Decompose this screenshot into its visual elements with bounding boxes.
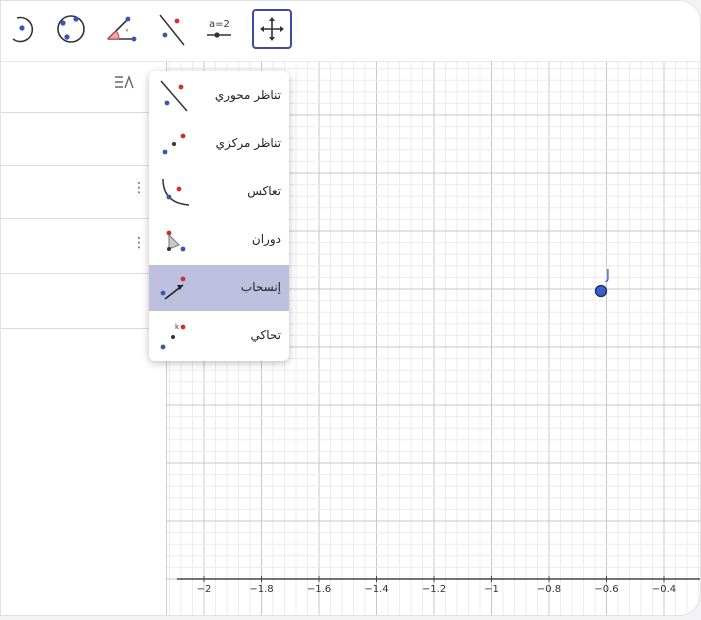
angle-icon: ° [106,16,137,42]
transform-tools-menu: تناظر محوري تناظر مركزي تعاكس دوران إنسح… [149,71,289,361]
reflect-line-tool[interactable] [151,9,191,49]
more-options-icon[interactable]: ⋮ [132,181,146,195]
x-tick-label: −1.2 [421,584,447,595]
algebra-row-3[interactable]: ⋮ [1,165,166,219]
menu-item-label: تناظر مركزي [215,136,281,150]
more-options-icon[interactable]: ⋮ [132,236,146,250]
move-graphics-tool[interactable] [252,9,292,49]
menu-item-translate-by-vector[interactable]: إنسحاب [149,265,289,311]
x-tick-label: −1 [484,584,499,595]
algebra-row-1[interactable] [1,62,166,113]
svg-text:°: ° [125,28,129,37]
x-tick-label: −1.4 [364,584,389,595]
x-tick-label: −1.8 [249,584,274,595]
slider-icon: a=2 [207,19,231,38]
point-j[interactable] [593,283,609,299]
menu-item-rotate-around-point[interactable]: دوران [149,217,289,263]
menu-item-label: إنسحاب [240,280,281,294]
menu-item-reflect-about-circle[interactable]: تعاكس [149,169,289,215]
point-j-label: J [606,268,610,283]
toolbar: ° a=2 [1,1,700,62]
x-tick-label: −0.8 [536,584,562,595]
translate-by-vector-icon [160,276,186,300]
svg-text:a=2: a=2 [209,19,230,30]
circle-three-points-tool[interactable] [51,9,91,49]
rotate-around-point-icon [166,230,186,252]
menu-item-reflect-about-line[interactable]: تناظر محوري [149,73,289,119]
x-tick-label: −0.6 [594,584,619,595]
move-arrows-icon [260,17,284,41]
reflect-about-line-icon [160,80,188,112]
x-tick-label: −0.4 [651,584,677,595]
menu-item-label: تحاكي [250,328,281,342]
menu-item-label: دوران [251,232,281,246]
algebra-row-4[interactable]: ⋮ [1,218,166,274]
dilate-from-point-icon: k [160,323,186,350]
circle-with-center-icon [12,16,34,43]
menu-item-label: تعاكس [247,184,281,198]
x-tick-label: −1.6 [306,584,332,595]
menu-item-reflect-about-point[interactable]: تناظر مركزي [149,121,289,167]
algebra-view: ⋮ ⋮ [1,62,167,615]
circle-three-points-icon [57,15,85,43]
reflect-about-point-icon [162,133,186,155]
geogebra-window: ° a=2 ⋮ ⋮ −2 −1.8 −1.6 −1.4 −1.2 −1 −0.8… [0,0,701,616]
algebra-row-5[interactable] [1,273,166,329]
menu-item-label: تناظر محوري [214,88,281,102]
slider-tool[interactable]: a=2 [199,9,239,49]
menu-item-dilate-from-point[interactable]: k تحاكي [149,313,289,359]
reflect-line-icon [159,14,185,46]
circle-point-tool[interactable] [3,9,43,49]
svg-text:k: k [175,323,180,331]
algebra-row-2[interactable] [1,112,166,166]
angle-tool[interactable]: ° [101,9,141,49]
x-tick-label: −2 [196,584,212,595]
reflect-about-circle-icon [162,178,190,206]
